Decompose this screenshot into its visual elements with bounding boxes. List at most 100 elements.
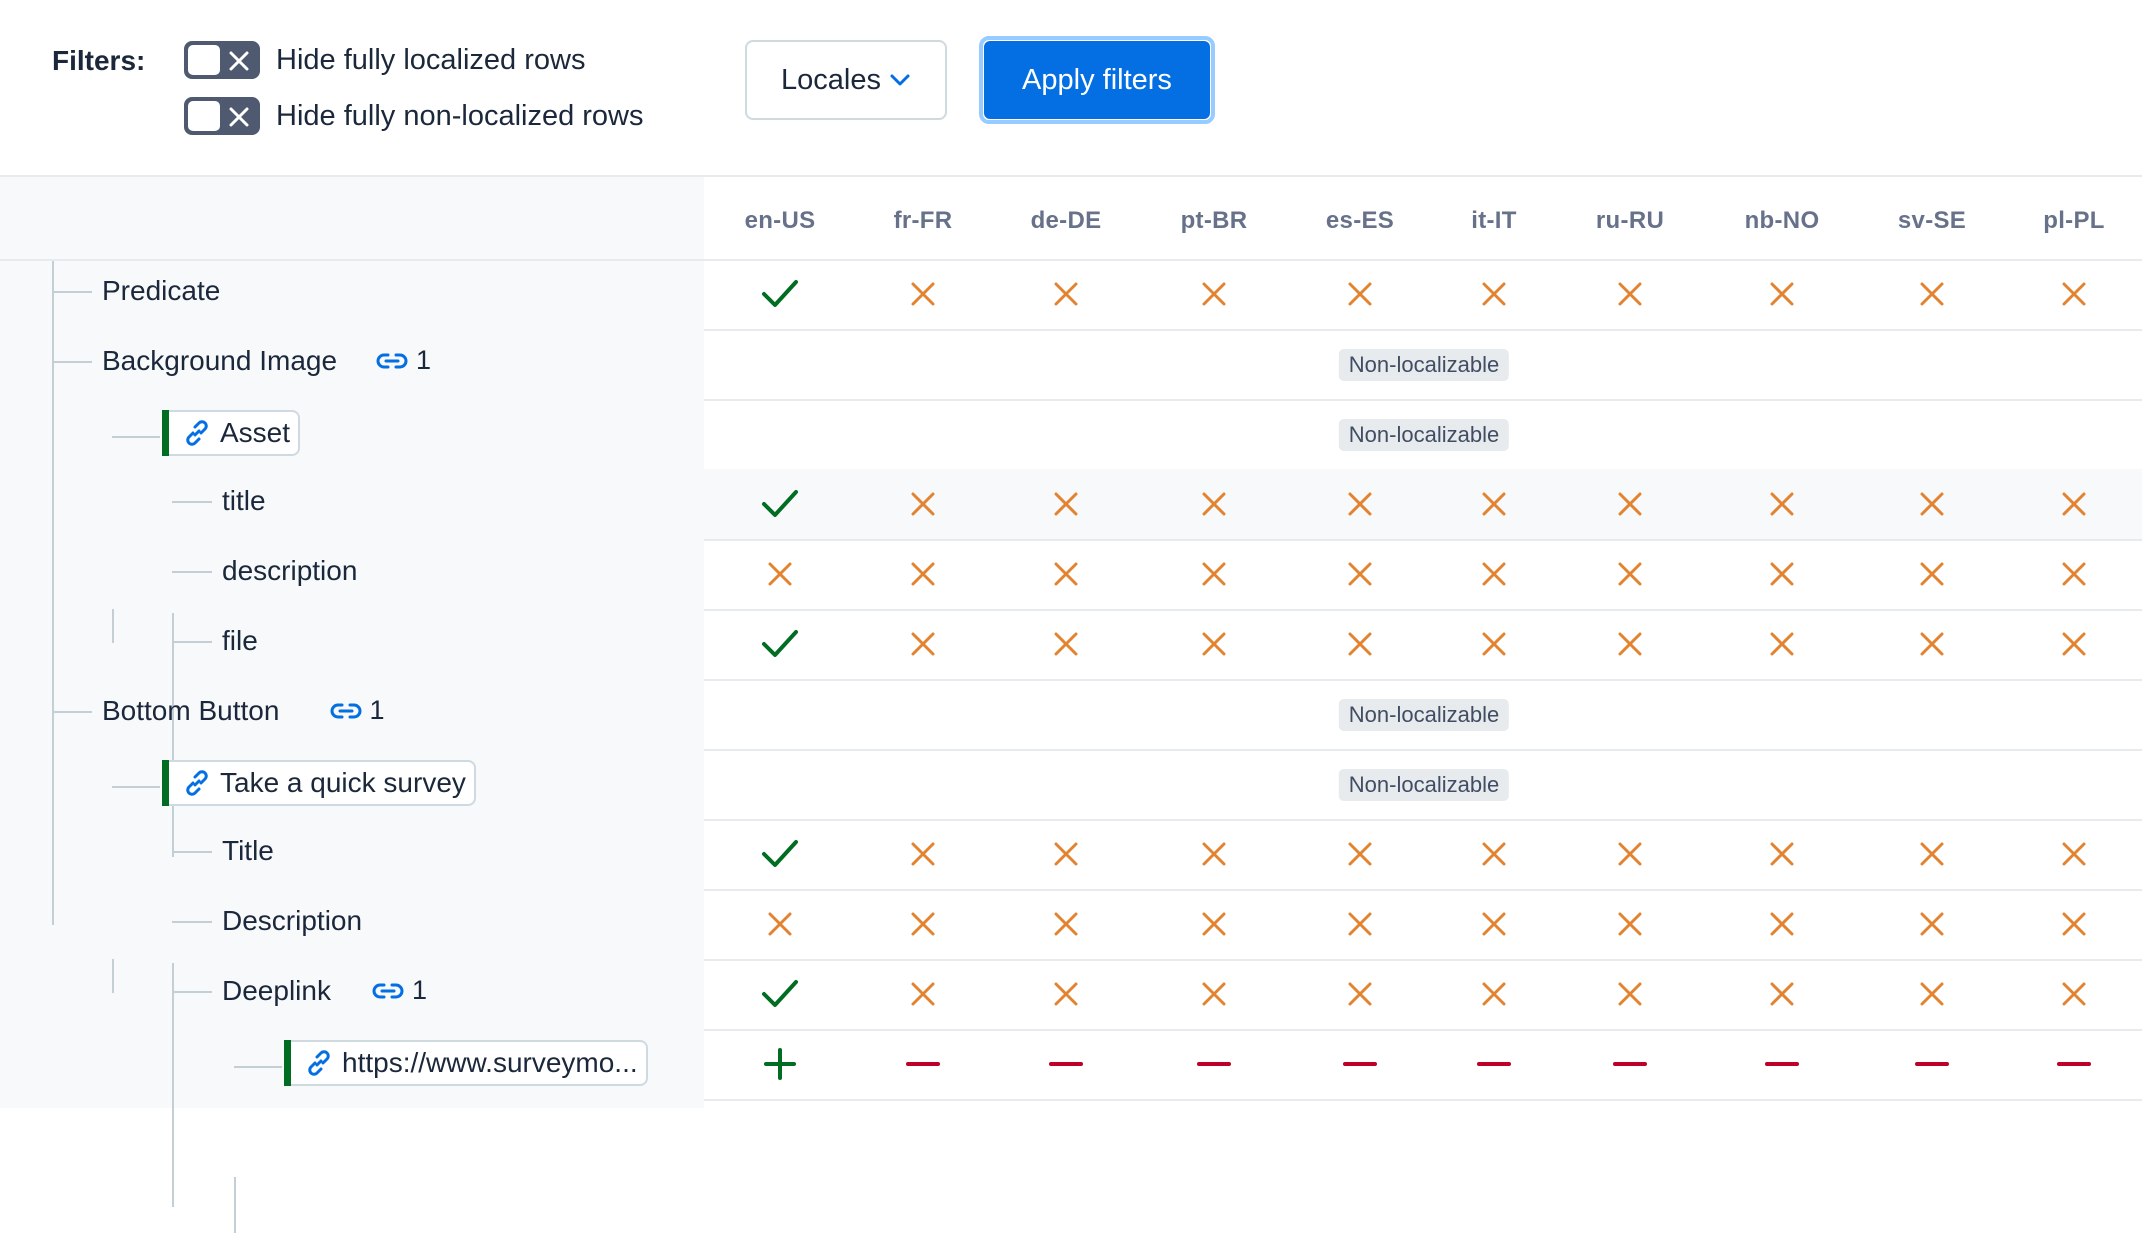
cross-icon: [1618, 842, 1642, 866]
locales-button-label: Locales: [781, 63, 881, 96]
cross-icon: [911, 842, 935, 866]
status-cell-pl-PL: [2054, 959, 2094, 1029]
reference-count-value: 1: [412, 975, 428, 1005]
cross-icon: [768, 912, 792, 936]
status-cell-en-US: [760, 539, 800, 609]
status-row: Non-localizable: [704, 329, 2142, 401]
locale-header-es-ES: es-ES: [1325, 207, 1395, 234]
status-cell-es-ES: [1340, 959, 1380, 1029]
reference-count[interactable]: 1: [376, 345, 431, 376]
tree-node-label: file: [222, 625, 258, 656]
tree-node-label: Background Image: [102, 345, 338, 376]
hide-localized-label: Hide fully localized rows: [276, 43, 586, 76]
status-row: [704, 609, 2142, 681]
linked-entry-card[interactable]: Asset: [162, 410, 301, 456]
tree-node-label: Predicate: [102, 275, 221, 306]
cross-icon: [1770, 282, 1794, 306]
cross-icon: [1482, 912, 1506, 936]
cross-icon: [1920, 912, 1944, 936]
hide-localized-toggle[interactable]: [184, 41, 260, 79]
status-row: [704, 1029, 2142, 1101]
status-cell-pl-PL: [2054, 1029, 2094, 1099]
status-cell-pt-BR: [1194, 469, 1234, 539]
cross-icon: [1618, 282, 1642, 306]
tree-node-label: Title: [222, 835, 274, 866]
status-cell-it-IT: [1474, 609, 1514, 679]
cross-icon: [2062, 492, 2086, 516]
minus-icon: [1197, 1062, 1231, 1066]
tree-node-label: Deeplink: [222, 975, 331, 1006]
linked-entry-card[interactable]: https://www.surveymo...: [284, 1040, 648, 1086]
check-icon: [762, 490, 798, 517]
reference-count[interactable]: 1: [330, 695, 385, 726]
tree-connector: [172, 851, 212, 853]
status-cell-de-DE: [1046, 259, 1086, 329]
tree-connector: [112, 436, 160, 438]
status-cell-nb-NO: [1762, 609, 1802, 679]
link-icon: [186, 770, 208, 796]
cross-icon: [1348, 282, 1372, 306]
apply-filters-focus-ring: Apply filters: [979, 36, 1215, 124]
check-icon: [762, 980, 798, 1007]
linked-entry-card[interactable]: Take a quick survey: [162, 760, 476, 806]
cross-icon: [2062, 282, 2086, 306]
reference-count[interactable]: 1: [372, 975, 427, 1006]
status-cell-es-ES: [1340, 469, 1380, 539]
tree-connector: [52, 259, 54, 925]
tree-connector: [112, 959, 114, 993]
cross-icon: [1202, 282, 1226, 306]
minus-icon: [906, 1062, 940, 1066]
cross-icon: [1618, 982, 1642, 1006]
hide-localized-toggle-row[interactable]: Hide fully localized rows: [184, 39, 585, 81]
status-row: [704, 259, 2142, 331]
hide-nonlocalized-toggle-row[interactable]: Hide fully non-localized rows: [184, 95, 644, 137]
cross-icon: [1770, 492, 1794, 516]
non-localizable-badge: Non-localizable: [1338, 699, 1510, 731]
status-cell-pl-PL: [2054, 819, 2094, 889]
status-row: [704, 469, 2142, 541]
status-cell-fr-FR: [903, 259, 943, 329]
cross-icon: [911, 632, 935, 656]
status-cell-pl-PL: [2054, 889, 2094, 959]
status-cell-en-US: [760, 609, 800, 679]
locale-header-ru-RU: ru-RU: [1595, 207, 1665, 234]
filters-label: Filters:: [52, 45, 146, 76]
tree-connector: [172, 641, 212, 643]
status-cell-pt-BR: [1194, 609, 1234, 679]
locales-dropdown-button[interactable]: Locales: [745, 40, 947, 120]
status-cell-pl-PL: [2054, 469, 2094, 539]
hide-nonlocalized-label: Hide fully non-localized rows: [276, 99, 644, 132]
tree-connector: [172, 921, 212, 923]
cross-icon: [1348, 982, 1372, 1006]
tree-node-label: Bottom Button: [102, 695, 280, 726]
cross-icon: [1054, 842, 1078, 866]
status-cell-it-IT: [1474, 889, 1514, 959]
cross-icon: [1618, 912, 1642, 936]
status-cell-nb-NO: [1762, 539, 1802, 609]
cross-icon: [2062, 912, 2086, 936]
status-cell-pt-BR: [1194, 959, 1234, 1029]
tree-node-label: description: [222, 555, 358, 586]
cross-icon: [1348, 912, 1372, 936]
minus-icon: [1915, 1062, 1949, 1066]
apply-filters-button[interactable]: Apply filters: [984, 41, 1210, 119]
status-cell-pl-PL: [2054, 609, 2094, 679]
cross-icon: [1770, 562, 1794, 586]
status-cell-en-US: [760, 889, 800, 959]
cross-icon: [1618, 632, 1642, 656]
chevron-down-icon: [890, 74, 910, 86]
cross-icon: [911, 912, 935, 936]
cross-icon: [1920, 632, 1944, 656]
minus-icon: [1049, 1062, 1083, 1066]
hide-nonlocalized-toggle[interactable]: [184, 97, 260, 135]
status-cell-pt-BR: [1194, 539, 1234, 609]
minus-icon: [1343, 1062, 1377, 1066]
status-cell-de-DE: [1046, 1029, 1086, 1099]
cross-icon: [1054, 492, 1078, 516]
status-cell-es-ES: [1340, 889, 1380, 959]
tree-connector: [52, 361, 92, 363]
status-cell-en-US: [760, 1029, 800, 1099]
status-row: Non-localizable: [704, 679, 2142, 751]
tree-connector: [172, 963, 174, 1207]
status-cell-fr-FR: [903, 889, 943, 959]
